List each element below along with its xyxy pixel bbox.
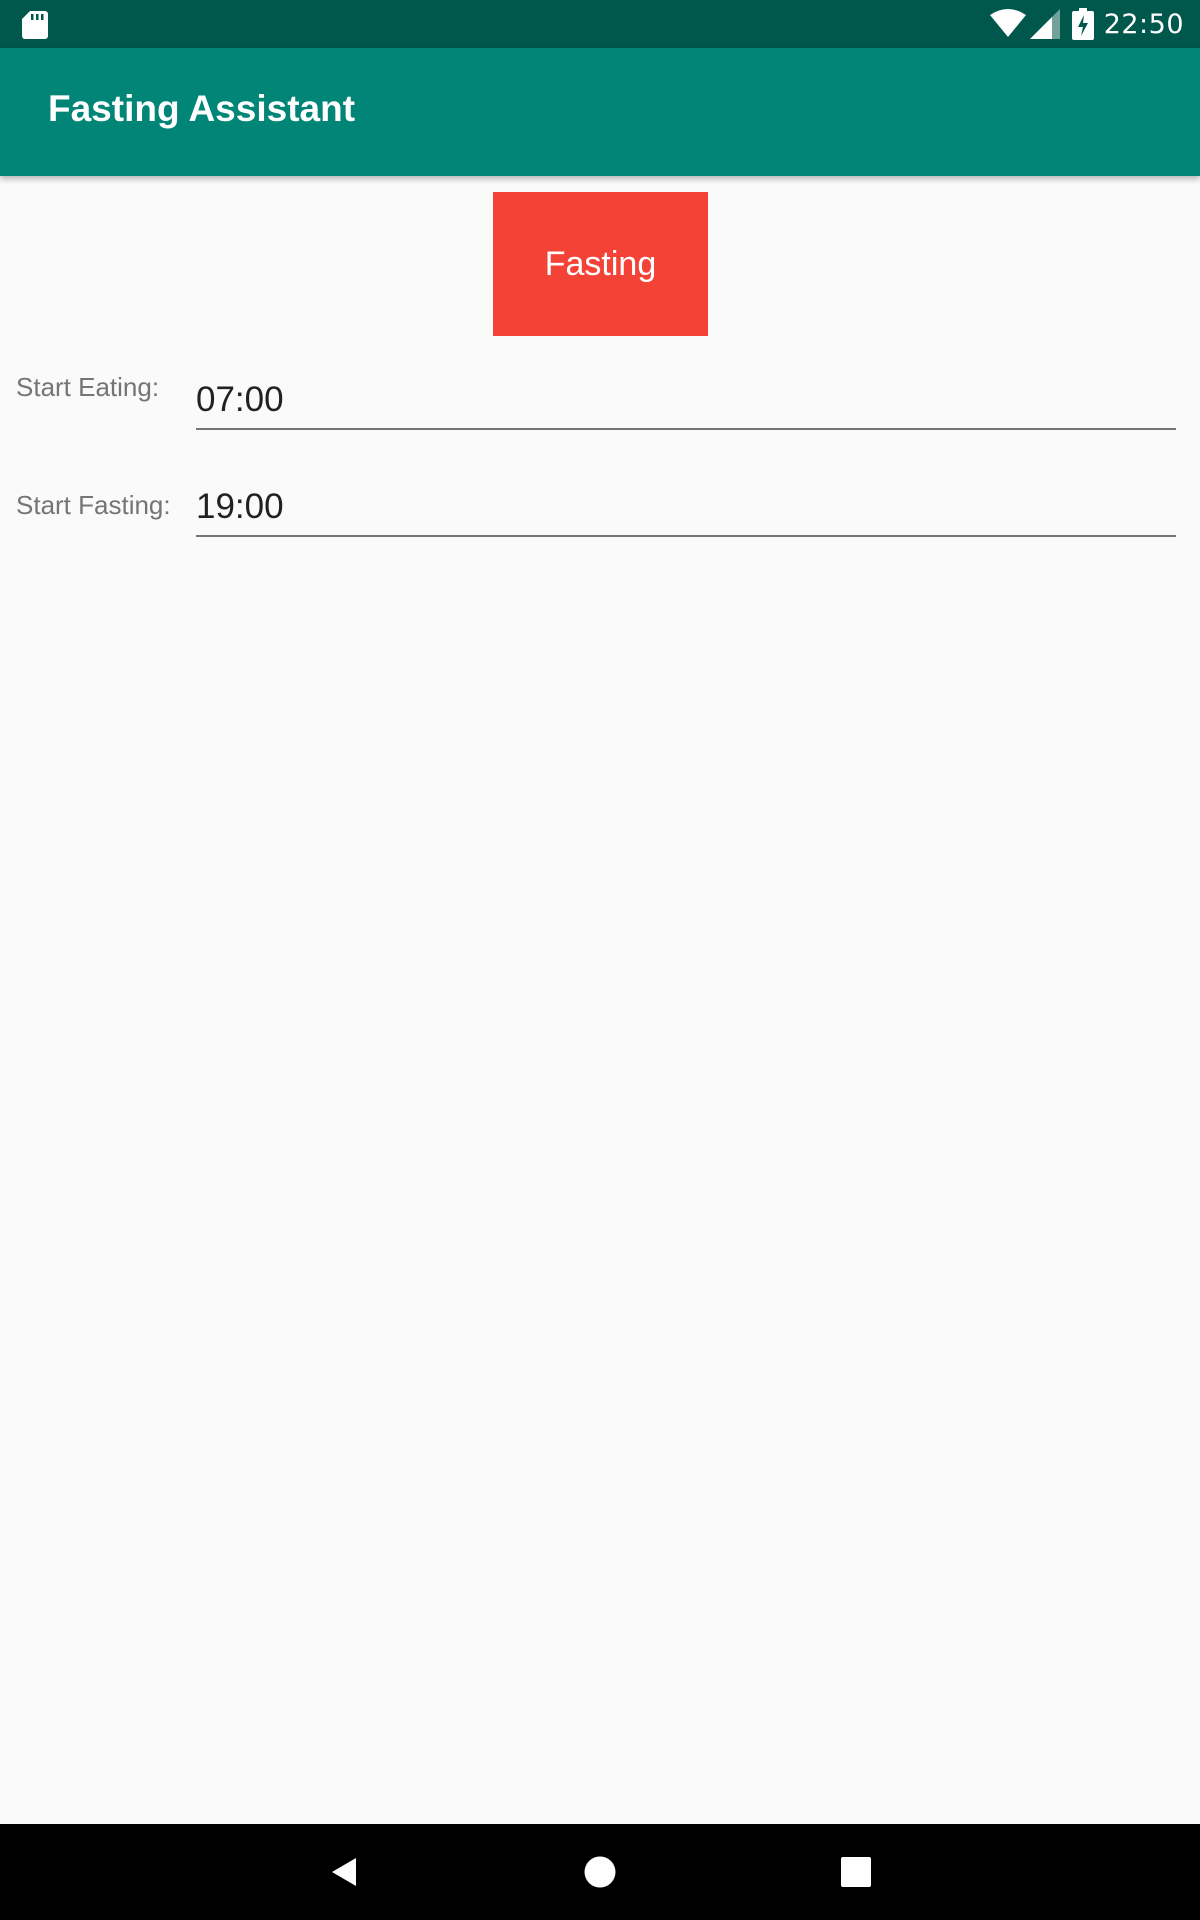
home-icon — [584, 1856, 616, 1888]
cell-signal-icon — [1029, 9, 1060, 39]
start-fasting-label: Start Fasting: — [16, 490, 171, 520]
fasting-status-button[interactable]: Fasting — [493, 192, 708, 336]
start-eating-input[interactable] — [196, 372, 1176, 430]
recents-button[interactable] — [808, 1824, 904, 1920]
battery-charging-icon — [1071, 8, 1094, 40]
recents-icon — [841, 1857, 871, 1887]
status-bar: 22:50 — [0, 0, 1200, 48]
app-bar: Fasting Assistant — [0, 48, 1200, 176]
start-eating-label: Start Eating: — [16, 372, 160, 402]
back-button[interactable] — [296, 1824, 392, 1920]
wifi-icon — [989, 9, 1026, 37]
back-icon — [332, 1858, 356, 1886]
clock: 22:50 — [1103, 8, 1184, 40]
home-button[interactable] — [552, 1824, 648, 1920]
start-fasting-input[interactable] — [196, 479, 1176, 537]
sd-card-icon — [22, 11, 48, 39]
app-title: Fasting Assistant — [48, 88, 356, 129]
navigation-bar — [0, 1824, 1200, 1920]
